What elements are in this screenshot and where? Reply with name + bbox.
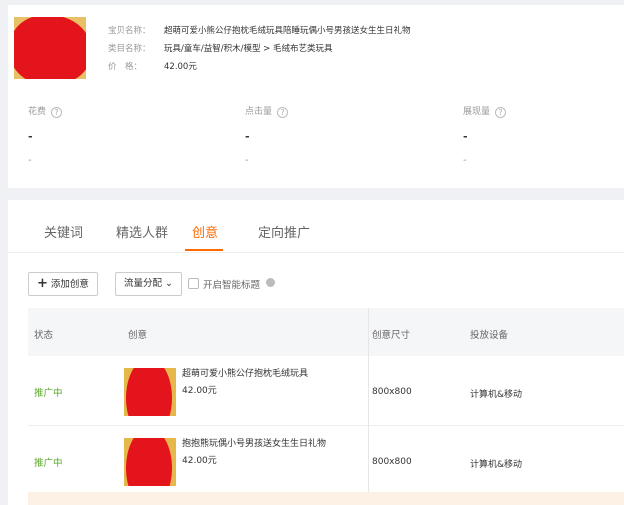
column-divider <box>368 308 369 505</box>
creative-price: 42.00元 <box>182 456 217 466</box>
creative-size: 800x800 <box>372 457 412 467</box>
help-icon[interactable]: ? <box>495 107 507 118</box>
tab-targeting[interactable]: 定向推广 <box>258 222 310 241</box>
chevron-down-icon: ⌄ <box>165 278 174 289</box>
info-icon[interactable] <box>266 278 275 287</box>
tab-creative[interactable]: 创意 <box>192 222 218 241</box>
stat-clicks-label: 点击量 <box>245 107 273 117</box>
product-summary-card: 宝贝名称： 超萌可爱小熊公仔抱枕毛绒玩具陪睡玩偶小号男孩送女生生日礼物 类目名称：… <box>8 5 624 188</box>
product-title-label: 宝贝名称： <box>108 26 151 36</box>
add-creative-button[interactable]: + 添加创意 <box>28 272 98 296</box>
tab-audience[interactable]: 精选人群 <box>116 222 168 241</box>
stat-clicks: 点击量? <box>245 104 289 118</box>
stat-impressions-value: - <box>463 130 468 143</box>
stat-cost: 花费? <box>28 104 63 118</box>
smart-title-checkbox[interactable] <box>188 278 199 289</box>
stat-impressions-sub: - <box>463 155 467 166</box>
product-price: 42.00元 <box>164 62 197 72</box>
product-price-label: 价 格： <box>108 62 143 72</box>
traffic-allocation-label: 流量分配 <box>124 278 163 289</box>
creative-price: 42.00元 <box>182 386 217 396</box>
header-size: 创意尺寸 <box>372 330 411 341</box>
product-thumbnail[interactable] <box>14 17 86 79</box>
table-row[interactable]: 推广中 抱抱熊玩偶小号男孩送女生生日礼物 42.00元 800x800 计算机&… <box>28 426 624 496</box>
table-footer-strip <box>28 492 624 505</box>
header-creative: 创意 <box>128 330 148 341</box>
creative-thumbnail[interactable] <box>124 368 176 416</box>
table-header: 状态 创意 创意尺寸 投放设备 <box>28 308 624 356</box>
status-badge: 推广中 <box>34 388 63 399</box>
header-device: 投放设备 <box>470 330 509 341</box>
stat-clicks-value: - <box>245 130 250 143</box>
status-badge: 推广中 <box>34 458 63 469</box>
help-icon[interactable]: ? <box>51 107 63 118</box>
creative-device: 计算机&移动 <box>470 390 523 400</box>
tab-keywords[interactable]: 关键词 <box>44 222 83 241</box>
traffic-allocation-dropdown[interactable]: 流量分配 ⌄ <box>115 272 183 296</box>
table-row[interactable]: 推广中 超萌可爱小熊公仔抱枕毛绒玩具 42.00元 800x800 计算机&移动 <box>28 356 624 426</box>
help-icon[interactable]: ? <box>277 107 289 118</box>
stat-cost-sub: - <box>28 155 32 166</box>
stat-clicks-sub: - <box>245 155 249 166</box>
creative-thumbnail[interactable] <box>124 438 176 486</box>
product-title-row: 宝贝名称： 超萌可爱小熊公仔抱枕毛绒玩具陪睡玩偶小号男孩送女生生日礼物 <box>108 24 411 36</box>
product-category-row: 类目名称： 玩具/童车/益智/积木/模型 > 毛绒布艺类玩具 <box>108 42 332 54</box>
add-creative-label: 添加创意 <box>50 279 89 290</box>
creative-device: 计算机&移动 <box>470 460 523 470</box>
tab-divider <box>8 252 624 253</box>
product-category: 玩具/童车/益智/积木/模型 > 毛绒布艺类玩具 <box>164 44 333 54</box>
smart-title-label: 开启智能标题 <box>203 280 261 291</box>
product-title: 超萌可爱小熊公仔抱枕毛绒玩具陪睡玩偶小号男孩送女生生日礼物 <box>164 26 411 36</box>
stat-impressions-label: 展现量 <box>463 107 491 117</box>
creative-size: 800x800 <box>372 387 412 397</box>
promotion-detail-card: 关键词 精选人群 创意 定向推广 + 添加创意 流量分配 ⌄ 开启智能标题 状态 … <box>8 200 624 505</box>
product-category-label: 类目名称： <box>108 44 151 54</box>
header-status: 状态 <box>34 330 54 341</box>
stat-impressions: 展现量? <box>463 104 507 118</box>
stat-cost-value: - <box>28 130 33 143</box>
stat-cost-label: 花费 <box>28 107 47 117</box>
creative-title: 抱抱熊玩偶小号男孩送女生生日礼物 <box>182 439 327 449</box>
active-tab-indicator <box>185 249 223 251</box>
product-price-row: 价 格： 42.00元 <box>108 60 197 72</box>
plus-icon: + <box>37 276 48 291</box>
creative-title: 超萌可爱小熊公仔抱枕毛绒玩具 <box>182 369 309 379</box>
